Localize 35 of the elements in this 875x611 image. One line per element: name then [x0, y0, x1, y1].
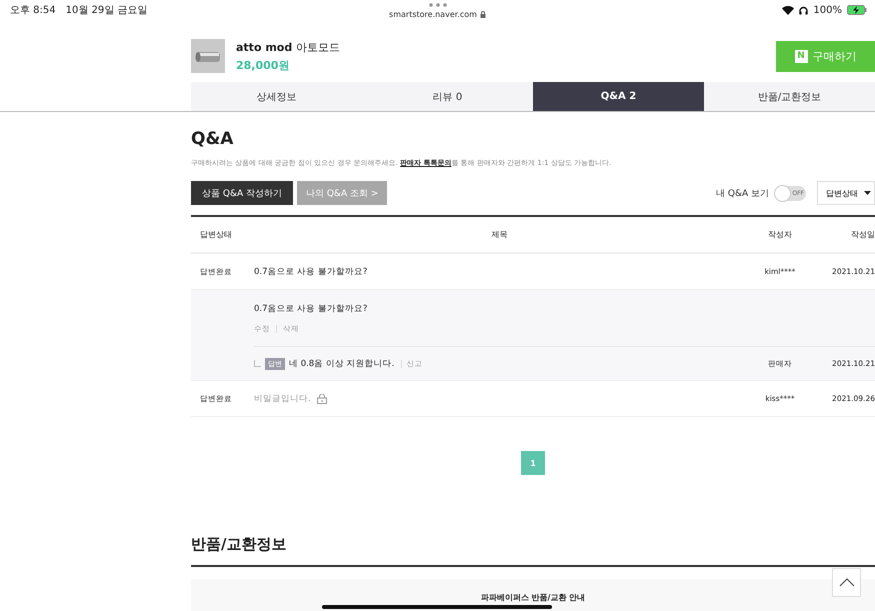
- tab[interactable]: 상세정보: [191, 82, 362, 111]
- column-header: 작성일: [850, 229, 875, 240]
- url-text[interactable]: smartstore.naver.com: [389, 10, 477, 19]
- section-title: 반품/교환정보: [191, 535, 288, 555]
- more-icon[interactable]: [428, 3, 446, 7]
- answer-text: 네 0.8옴 이상 지원합니다.: [289, 358, 394, 370]
- status-time: 오후 8:54: [10, 4, 56, 17]
- status-dropdown[interactable]: 답변상태: [817, 181, 875, 205]
- chevron-up-icon: [838, 578, 854, 587]
- battery-percent: 100%: [813, 4, 842, 16]
- column-header: 제목: [490, 229, 508, 240]
- battery-icon: [847, 5, 867, 15]
- tab[interactable]: 반품/교환정보: [704, 82, 875, 111]
- column-header: 답변상태: [199, 229, 233, 240]
- returns-heading: 파파베이퍼스 반품/교환 안내: [480, 593, 586, 603]
- caret-icon: [864, 191, 871, 195]
- product-thumbnail[interactable]: [191, 39, 225, 73]
- status-date: 10월 29일 금요일: [66, 4, 148, 17]
- reply-icon: [254, 360, 261, 367]
- scroll-top-button[interactable]: [832, 568, 861, 597]
- headphones-icon: [799, 6, 808, 14]
- product-name: atto mod 아토모드: [236, 40, 342, 54]
- section-title: Q&A: [191, 129, 234, 149]
- question-text: 0.7옴으로 사용 불가할까요?: [254, 303, 368, 315]
- product-price: 28,000원: [236, 58, 290, 72]
- lock-icon: [316, 394, 327, 404]
- question-title: 0.7옴으로 사용 불가할까요?: [254, 266, 368, 278]
- toggle-label: 내 Q&A 보기: [716, 188, 769, 200]
- question-title: 비밀글입니다.: [254, 392, 311, 404]
- lock-icon: [480, 11, 486, 18]
- tab[interactable]: Q&A 2: [533, 82, 704, 111]
- wifi-icon: [782, 6, 794, 14]
- write-qa-button[interactable]: 상품 Q&A 작성하기: [191, 181, 293, 205]
- column-header: 작성자: [767, 229, 793, 240]
- tab[interactable]: 리뷰 0: [362, 82, 533, 111]
